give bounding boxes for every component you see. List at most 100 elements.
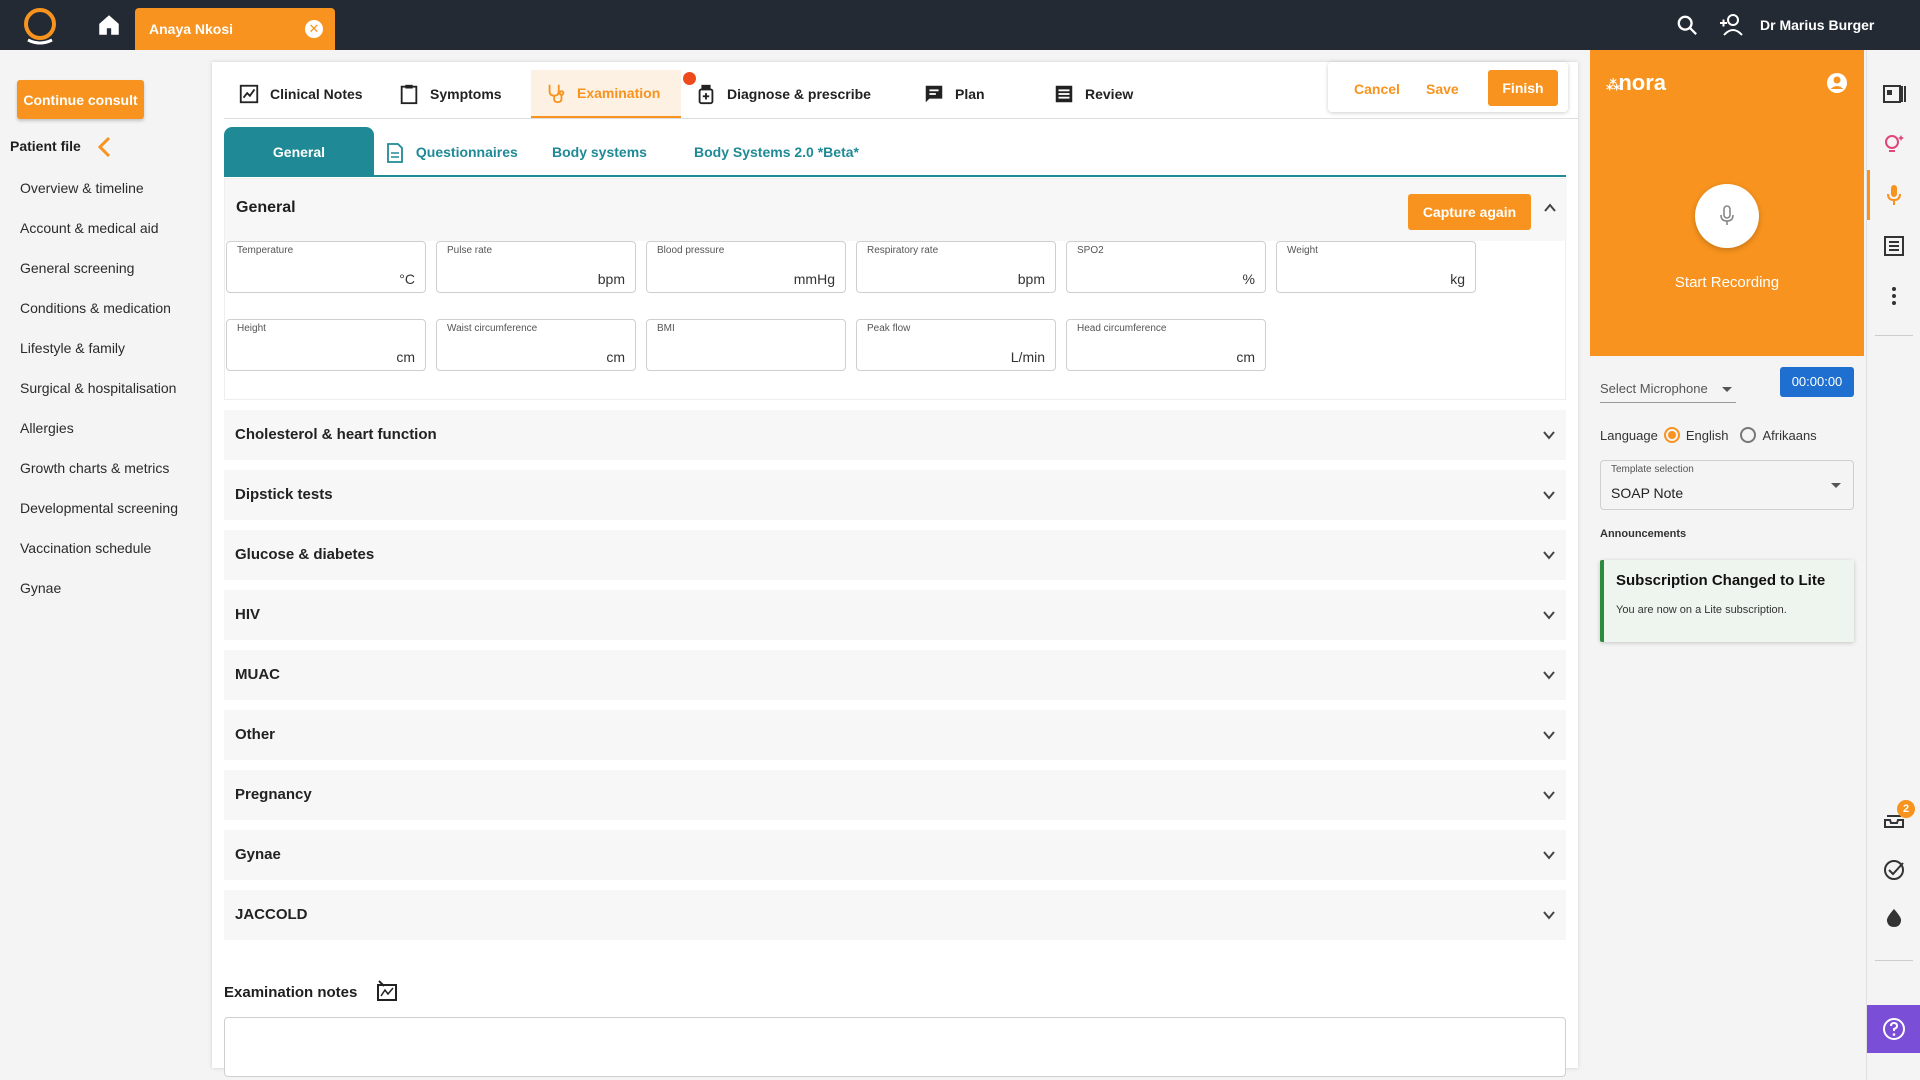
sidebar-item-gynae[interactable]: Gynae: [20, 568, 178, 608]
user-name[interactable]: Dr Marius Burger: [1760, 0, 1874, 50]
temperature-unit: °C: [399, 271, 415, 287]
accordion-gynae[interactable]: Gynae: [224, 830, 1566, 880]
weight-field[interactable]: Weight kg: [1276, 241, 1476, 293]
weight-input[interactable]: [1285, 258, 1435, 286]
sidebar-item-allergies[interactable]: Allergies: [20, 408, 178, 448]
app-logo[interactable]: [20, 6, 60, 46]
nora-recorder: ⁂nora Start Recording: [1590, 50, 1864, 356]
accordion-other[interactable]: Other: [224, 710, 1566, 760]
general-section-header[interactable]: General Capture again: [225, 179, 1567, 241]
save-button[interactable]: Save: [1426, 70, 1459, 108]
help-button[interactable]: [1867, 1005, 1920, 1053]
finish-button[interactable]: Finish: [1488, 70, 1558, 106]
announcement-title: Subscription Changed to Lite: [1616, 572, 1826, 589]
peak-flow-field[interactable]: Peak flow L/min: [856, 319, 1056, 371]
temperature-input[interactable]: [235, 258, 385, 286]
blood-pressure-input[interactable]: [655, 258, 805, 286]
id-card-icon[interactable]: [1882, 82, 1906, 106]
tab-clinical-notes-label: Clinical Notes: [270, 86, 363, 102]
head-circumference-field[interactable]: Head circumference cm: [1066, 319, 1266, 371]
head-circumference-input[interactable]: [1075, 336, 1225, 364]
accordion-hiv[interactable]: HIV: [224, 590, 1566, 640]
scribble-pad-icon[interactable]: [376, 980, 398, 1002]
microphone-icon[interactable]: [1882, 183, 1906, 207]
tab-review[interactable]: Review: [1039, 70, 1147, 118]
waist-circumference-input[interactable]: [445, 336, 595, 364]
cancel-button[interactable]: Cancel: [1354, 70, 1400, 108]
add-user-icon[interactable]: [1718, 13, 1744, 37]
notes-list-icon[interactable]: [1882, 234, 1906, 258]
respiratory-rate-label: Respiratory rate: [867, 245, 939, 256]
subtab-questionnaires[interactable]: Questionnaires: [386, 127, 518, 177]
accordion-dipstick[interactable]: Dipstick tests: [224, 470, 1566, 520]
waist-circumference-field[interactable]: Waist circumference cm: [436, 319, 636, 371]
spo2-field[interactable]: SPO2 %: [1066, 241, 1266, 293]
bmi-field[interactable]: BMI: [646, 319, 846, 371]
close-tab-icon[interactable]: ✕: [305, 20, 323, 38]
sidebar-item-account[interactable]: Account & medical aid: [20, 208, 178, 248]
tab-examination[interactable]: Examination: [531, 70, 681, 118]
chevron-up-icon[interactable]: [1543, 201, 1557, 215]
microphone-icon: [1720, 205, 1734, 225]
pulse-rate-field[interactable]: Pulse rate bpm: [436, 241, 636, 293]
sidebar-item-lifestyle[interactable]: Lifestyle & family: [20, 328, 178, 368]
lightbulb-icon[interactable]: [1882, 132, 1906, 156]
tab-clinical-notes[interactable]: Clinical Notes: [224, 70, 377, 118]
more-vertical-icon[interactable]: [1882, 284, 1906, 308]
accordion-glucose[interactable]: Glucose & diabetes: [224, 530, 1566, 580]
tab-plan[interactable]: Plan: [909, 70, 999, 118]
home-icon[interactable]: [96, 12, 122, 38]
sidebar-item-general-screening[interactable]: General screening: [20, 248, 178, 288]
continue-consult-button[interactable]: Continue consult: [17, 80, 144, 119]
template-select[interactable]: Template selection SOAP Note: [1600, 460, 1854, 510]
sidebar-item-conditions[interactable]: Conditions & medication: [20, 288, 178, 328]
height-input[interactable]: [235, 336, 385, 364]
consult-actions: Cancel Save Finish: [1328, 62, 1568, 112]
subtab-body-systems-2[interactable]: Body Systems 2.0 *Beta*: [694, 127, 859, 177]
respiratory-rate-field[interactable]: Respiratory rate bpm: [856, 241, 1056, 293]
tab-diagnose-prescribe[interactable]: Diagnose & prescribe: [681, 70, 885, 118]
check-circle-icon[interactable]: [1882, 858, 1906, 882]
weight-unit: kg: [1450, 271, 1465, 287]
patient-tab[interactable]: Anaya Nkosi ✕: [135, 8, 335, 50]
afrikaans-label[interactable]: Afrikaans: [1762, 428, 1816, 443]
accordion-jaccold[interactable]: JACCOLD: [224, 890, 1566, 940]
sidebar-item-developmental[interactable]: Developmental screening: [20, 488, 178, 528]
tab-symptoms[interactable]: Symptoms: [384, 70, 516, 118]
pulse-rate-input[interactable]: [445, 258, 595, 286]
microphone-select[interactable]: Select Microphone: [1600, 375, 1736, 403]
start-recording-label: Start Recording: [1674, 274, 1780, 291]
sidebar-item-vaccination[interactable]: Vaccination schedule: [20, 528, 178, 568]
capture-again-button[interactable]: Capture again: [1408, 194, 1531, 230]
list-icon: [1055, 85, 1073, 103]
temperature-field[interactable]: Temperature °C: [226, 241, 426, 293]
height-field[interactable]: Height cm: [226, 319, 426, 371]
spo2-input[interactable]: [1075, 258, 1225, 286]
sidebar-item-overview[interactable]: Overview & timeline: [20, 168, 178, 208]
document-icon: [387, 143, 403, 164]
accordion-pregnancy[interactable]: Pregnancy: [224, 770, 1566, 820]
accordion-cholesterol[interactable]: Cholesterol & heart function: [224, 410, 1566, 460]
accordion-muac[interactable]: MUAC: [224, 650, 1566, 700]
chevron-down-icon: [1543, 611, 1555, 620]
account-circle-icon[interactable]: [1826, 72, 1848, 94]
chevron-left-icon[interactable]: [96, 136, 112, 158]
blood-pressure-field[interactable]: Blood pressure mmHg: [646, 241, 846, 293]
search-icon[interactable]: [1676, 14, 1698, 36]
microphone-select-label: Select Microphone: [1600, 381, 1708, 396]
examination-notes-input[interactable]: [224, 1017, 1566, 1077]
bmi-input[interactable]: [655, 336, 805, 364]
english-label[interactable]: English: [1686, 428, 1729, 443]
start-recording-button[interactable]: [1695, 184, 1759, 248]
radio-english[interactable]: [1663, 427, 1680, 443]
sidebar-item-growth-charts[interactable]: Growth charts & metrics: [20, 448, 178, 488]
subtab-body-systems[interactable]: Body systems: [552, 127, 647, 177]
respiratory-rate-input[interactable]: [865, 258, 1015, 286]
subtab-general[interactable]: General: [224, 127, 374, 177]
chevron-down-icon: [1543, 731, 1555, 740]
weight-label: Weight: [1287, 245, 1318, 256]
peak-flow-input[interactable]: [865, 336, 1015, 364]
radio-afrikaans[interactable]: [1740, 427, 1757, 443]
sidebar-item-surgical[interactable]: Surgical & hospitalisation: [20, 368, 178, 408]
drop-icon[interactable]: [1882, 906, 1906, 930]
